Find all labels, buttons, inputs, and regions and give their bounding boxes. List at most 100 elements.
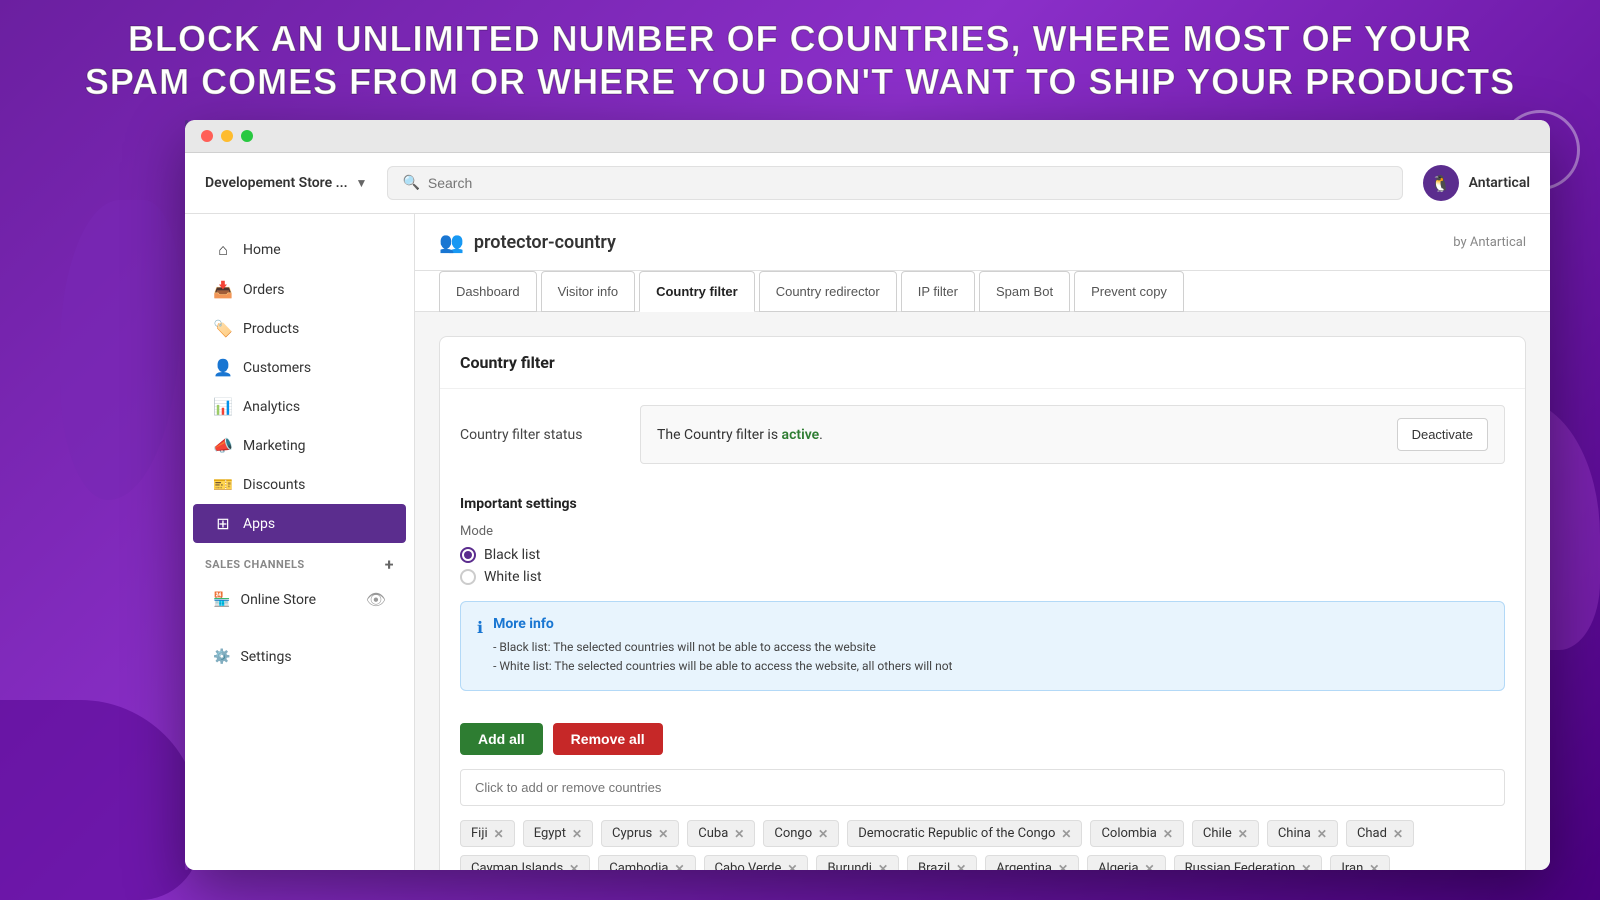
sidebar-item-online-store[interactable]: 🏪 Online Store 👁 bbox=[193, 580, 406, 619]
sidebar-item-products[interactable]: 🏷️ Products bbox=[193, 309, 406, 348]
country-tag: Cabo Verde✕ bbox=[704, 855, 809, 870]
blacklist-radio-item[interactable]: Black list bbox=[460, 547, 1505, 563]
whitelist-radio-item[interactable]: White list bbox=[460, 569, 1505, 585]
tag-remove-button[interactable]: ✕ bbox=[956, 862, 966, 870]
country-tag: Cyprus✕ bbox=[601, 820, 679, 847]
tag-remove-button[interactable]: ✕ bbox=[1058, 862, 1068, 870]
sidebar-label-home: Home bbox=[243, 242, 281, 258]
eye-icon: 👁 bbox=[366, 590, 386, 609]
remove-all-button[interactable]: Remove all bbox=[553, 723, 663, 755]
mode-radio-group: Black list White list bbox=[460, 547, 1505, 585]
country-tag: Russian Federation✕ bbox=[1174, 855, 1323, 870]
tag-remove-button[interactable]: ✕ bbox=[494, 827, 504, 841]
products-icon: 🏷️ bbox=[213, 319, 233, 338]
search-input[interactable] bbox=[428, 175, 1388, 191]
content-body: Country filter Country filter status The… bbox=[415, 312, 1550, 870]
tab-dashboard[interactable]: Dashboard bbox=[439, 271, 537, 312]
country-search-input[interactable] bbox=[460, 769, 1505, 806]
tag-remove-button[interactable]: ✕ bbox=[658, 827, 668, 841]
country-tags-container: Fiji✕Egypt✕Cyprus✕Cuba✕Congo✕Democratic … bbox=[460, 820, 1505, 870]
sidebar-label-orders: Orders bbox=[243, 282, 285, 298]
sidebar-item-orders[interactable]: 📥 Orders bbox=[193, 270, 406, 309]
store-name: Developement Store ... bbox=[205, 175, 348, 191]
tab-country-redirector[interactable]: Country redirector bbox=[759, 271, 897, 312]
avatar: 🐧 bbox=[1423, 165, 1459, 201]
tag-remove-button[interactable]: ✕ bbox=[818, 827, 828, 841]
settings-icon: ⚙️ bbox=[213, 649, 230, 665]
whitelist-radio-button[interactable] bbox=[460, 569, 476, 585]
tag-remove-button[interactable]: ✕ bbox=[878, 862, 888, 870]
analytics-icon: 📊 bbox=[213, 397, 233, 416]
sidebar-item-settings[interactable]: ⚙️ Settings bbox=[193, 639, 406, 675]
country-tag: Cambodia✕ bbox=[598, 855, 695, 870]
country-tag: Argentina✕ bbox=[985, 855, 1079, 870]
status-active-word: active bbox=[782, 427, 820, 443]
sidebar-label-customers: Customers bbox=[243, 360, 311, 376]
traffic-light-minimize[interactable] bbox=[221, 130, 233, 142]
more-info-title: More info bbox=[493, 616, 952, 632]
tab-ip-filter[interactable]: IP filter bbox=[901, 271, 975, 312]
country-tag: Burundi✕ bbox=[816, 855, 899, 870]
tab-spam-bot[interactable]: Spam Bot bbox=[979, 271, 1070, 312]
chevron-down-icon: ▼ bbox=[356, 176, 368, 190]
sidebar-item-analytics[interactable]: 📊 Analytics bbox=[193, 387, 406, 426]
store-selector[interactable]: Developement Store ... ▼ bbox=[205, 175, 367, 191]
add-sales-channel-button[interactable]: + bbox=[385, 555, 394, 574]
tag-remove-button[interactable]: ✕ bbox=[787, 862, 797, 870]
blacklist-radio-button[interactable] bbox=[460, 547, 476, 563]
blob-decoration-1 bbox=[60, 200, 180, 500]
tag-remove-button[interactable]: ✕ bbox=[1369, 862, 1379, 870]
country-tag: Algeria✕ bbox=[1087, 855, 1166, 870]
country-tag: Colombia✕ bbox=[1090, 820, 1183, 847]
important-settings: Important settings Mode Black list White… bbox=[440, 480, 1525, 707]
sidebar-item-discounts[interactable]: 🎫 Discounts bbox=[193, 465, 406, 504]
country-tag: Congo✕ bbox=[763, 820, 839, 847]
tag-remove-button[interactable]: ✕ bbox=[572, 827, 582, 841]
country-tag: China✕ bbox=[1267, 820, 1338, 847]
blob-decoration-3 bbox=[0, 700, 200, 900]
tag-remove-button[interactable]: ✕ bbox=[734, 827, 744, 841]
traffic-light-close[interactable] bbox=[201, 130, 213, 142]
country-tag: Brazil✕ bbox=[907, 855, 977, 870]
sidebar-item-home[interactable]: ⌂ Home bbox=[193, 230, 406, 270]
tab-country-filter[interactable]: Country filter bbox=[639, 271, 755, 312]
marketing-icon: 📣 bbox=[213, 436, 233, 455]
section-title: Country filter bbox=[440, 337, 1525, 389]
app-title-row: 👥 protector-country bbox=[439, 230, 616, 254]
country-tag: Cuba✕ bbox=[687, 820, 755, 847]
username: Antartical bbox=[1469, 175, 1530, 191]
tag-remove-button[interactable]: ✕ bbox=[1317, 827, 1327, 841]
add-all-button[interactable]: Add all bbox=[460, 723, 543, 755]
app-title: protector-country bbox=[474, 232, 616, 253]
content-header: 👥 protector-country by Antartical bbox=[415, 214, 1550, 271]
sidebar-item-customers[interactable]: 👤 Customers bbox=[193, 348, 406, 387]
blacklist-label: Black list bbox=[484, 547, 540, 563]
deactivate-button[interactable]: Deactivate bbox=[1397, 418, 1488, 451]
countries-section: Add all Remove all Fiji✕Egypt✕Cyprus✕Cub… bbox=[440, 707, 1525, 870]
sidebar-label-products: Products bbox=[243, 321, 299, 337]
blacklist-info-text: - Black list: The selected countries wil… bbox=[493, 638, 952, 676]
country-tag: Cayman Islands✕ bbox=[460, 855, 590, 870]
sidebar-label-analytics: Analytics bbox=[243, 399, 300, 415]
tag-remove-button[interactable]: ✕ bbox=[1238, 827, 1248, 841]
tag-remove-button[interactable]: ✕ bbox=[674, 862, 684, 870]
tag-remove-button[interactable]: ✕ bbox=[1301, 862, 1311, 870]
sidebar-item-marketing[interactable]: 📣 Marketing bbox=[193, 426, 406, 465]
search-bar[interactable]: 🔍 bbox=[387, 166, 1402, 200]
tag-remove-button[interactable]: ✕ bbox=[1163, 827, 1173, 841]
tag-remove-button[interactable]: ✕ bbox=[1393, 827, 1403, 841]
tab-visitor-info[interactable]: Visitor info bbox=[541, 271, 635, 312]
online-store-label: Online Store bbox=[240, 592, 316, 608]
tag-remove-button[interactable]: ✕ bbox=[1061, 827, 1071, 841]
tab-prevent-copy[interactable]: Prevent copy bbox=[1074, 271, 1184, 312]
search-icon: 🔍 bbox=[402, 175, 419, 191]
info-content: More info - Black list: The selected cou… bbox=[493, 616, 952, 676]
sidebar-label-marketing: Marketing bbox=[243, 438, 306, 454]
tag-remove-button[interactable]: ✕ bbox=[1145, 862, 1155, 870]
sidebar-item-apps[interactable]: ⊞ Apps bbox=[193, 504, 406, 543]
tag-remove-button[interactable]: ✕ bbox=[569, 862, 579, 870]
status-info-box: The Country filter is active. Deactivate bbox=[640, 405, 1505, 464]
main-layout: ⌂ Home 📥 Orders 🏷️ Products 👤 Customers … bbox=[185, 214, 1550, 870]
mac-window: Developement Store ... ▼ 🔍 🐧 Antartical … bbox=[185, 120, 1550, 870]
traffic-light-maximize[interactable] bbox=[241, 130, 253, 142]
